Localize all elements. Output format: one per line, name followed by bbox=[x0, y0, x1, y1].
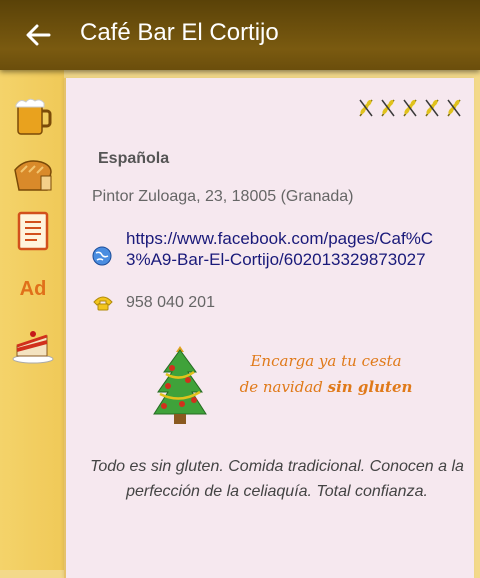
wheat-crossed-icon bbox=[381, 99, 395, 117]
wheat-crossed-icon bbox=[425, 99, 439, 117]
promo-banner: Encarga ya tu cesta de navidad sin glute… bbox=[226, 348, 426, 400]
phone-icon bbox=[92, 294, 114, 317]
wheat-crossed-icon bbox=[359, 99, 373, 117]
wheat-crossed-icon bbox=[403, 99, 417, 117]
website-link[interactable]: https://www.facebook.com/pages/Caf%C3%A9… bbox=[126, 228, 446, 270]
sidebar: Ad bbox=[0, 70, 64, 570]
address-text: Pintor Zuloaga, 23, 18005 (Granada) bbox=[92, 188, 354, 205]
cake-icon bbox=[12, 331, 54, 364]
page-title: Café Bar El Cortijo bbox=[80, 19, 279, 46]
christmas-tree-icon bbox=[140, 340, 220, 435]
gluten-free-rating bbox=[356, 96, 464, 118]
bread-icon bbox=[14, 160, 52, 191]
app-bar: Café Bar El Cortijo bbox=[0, 0, 480, 70]
sidebar-item-drinks[interactable] bbox=[10, 94, 56, 140]
wheat-crossed-icon bbox=[447, 99, 461, 117]
promo-line-2a: de navidad bbox=[239, 378, 323, 396]
promo-line-1: Encarga ya tu cesta bbox=[250, 352, 402, 370]
beer-mug-icon bbox=[15, 98, 52, 135]
cuisine-label: Española bbox=[98, 150, 170, 167]
globe-icon bbox=[92, 246, 112, 271]
sidebar-item-ads[interactable]: Ad bbox=[10, 266, 56, 312]
sidebar-item-bakery[interactable] bbox=[10, 152, 56, 198]
sidebar-item-desserts[interactable] bbox=[10, 322, 56, 368]
menu-list-icon bbox=[17, 211, 49, 251]
arrow-left-icon bbox=[26, 24, 51, 46]
promo-line-2b: sin gluten bbox=[327, 378, 413, 396]
sidebar-item-menu[interactable] bbox=[10, 208, 56, 254]
ad-icon: Ad bbox=[19, 277, 47, 300]
description-text: Todo es sin gluten. Comida tradicional. … bbox=[90, 458, 464, 500]
promo-line-2: de navidad sin gluten bbox=[226, 374, 426, 400]
restaurant-card: Española Pintor Zuloaga, 23, 18005 (Gran… bbox=[64, 78, 474, 578]
back-button[interactable] bbox=[20, 18, 56, 52]
phone-number[interactable]: 958 040 201 bbox=[126, 294, 215, 312]
